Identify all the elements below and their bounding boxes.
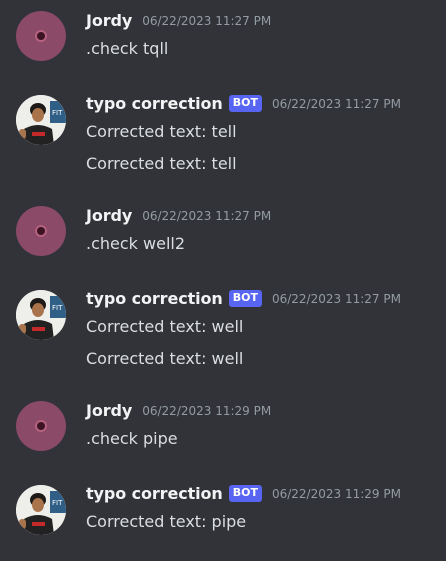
message-header: typo correction BOT 06/22/2023 11:27 PM [86,289,401,308]
avatar[interactable]: FIT [16,95,66,145]
bot-badge: BOT [228,95,262,112]
message-header: typo correction BOT 06/22/2023 11:27 PM [86,94,401,113]
message-group: Jordy 06/22/2023 11:29 PM .check pipe [0,390,446,470]
username[interactable]: Jordy [86,401,132,420]
avatar-emblem-icon [37,227,45,235]
timestamp[interactable]: 06/22/2023 11:29 PM [272,487,401,501]
avatar[interactable] [16,11,66,61]
bot-avatar-photo-icon: FIT [16,485,66,535]
timestamp[interactable]: 06/22/2023 11:29 PM [142,404,271,418]
message-text: Corrected text: tell [86,154,237,173]
avatar[interactable] [16,401,66,451]
message-text: Corrected text: pipe [86,512,247,531]
avatar[interactable]: FIT [16,485,66,535]
username[interactable]: typo correction [86,484,223,503]
message-text: Corrected text: well [86,317,244,336]
message-header: Jordy 06/22/2023 11:27 PM [86,11,271,30]
bot-badge: BOT [228,290,262,307]
message-header: Jordy 06/22/2023 11:27 PM [86,206,271,225]
username[interactable]: Jordy [86,206,132,225]
message-group: Jordy 06/22/2023 11:27 PM .check well2 [0,195,446,275]
timestamp[interactable]: 06/22/2023 11:27 PM [272,97,401,111]
timestamp[interactable]: 06/22/2023 11:27 PM [272,292,401,306]
bot-badge: BOT [228,485,262,502]
message-group: FIT typo correction BOT 06/22/2023 11:29… [0,470,446,561]
message-group: Jordy 06/22/2023 11:27 PM .check tqll [0,0,446,80]
message-group: FIT typo correction BOT 06/22/2023 11:27… [0,275,446,385]
username[interactable]: typo correction [86,94,223,113]
message-header: Jordy 06/22/2023 11:29 PM [86,401,271,420]
message-header: typo correction BOT 06/22/2023 11:29 PM [86,484,401,503]
timestamp[interactable]: 06/22/2023 11:27 PM [142,14,271,28]
svg-text:FIT: FIT [52,499,63,507]
svg-text:FIT: FIT [52,109,63,117]
message-text: .check tqll [86,39,169,58]
message-text: Corrected text: well [86,349,244,368]
username[interactable]: Jordy [86,11,132,30]
username[interactable]: typo correction [86,289,223,308]
avatar[interactable] [16,206,66,256]
message-text: .check well2 [86,234,186,253]
bot-avatar-photo-icon: FIT [16,95,66,145]
message-group: FIT typo correction BOT 06/22/2023 11:27… [0,80,446,190]
avatar-emblem-icon [37,32,45,40]
bot-avatar-photo-icon: FIT [16,290,66,340]
message-text: .check pipe [86,429,178,448]
avatar[interactable]: FIT [16,290,66,340]
avatar-emblem-icon [37,422,45,430]
timestamp[interactable]: 06/22/2023 11:27 PM [142,209,271,223]
svg-text:FIT: FIT [52,304,63,312]
message-text: Corrected text: tell [86,122,237,141]
